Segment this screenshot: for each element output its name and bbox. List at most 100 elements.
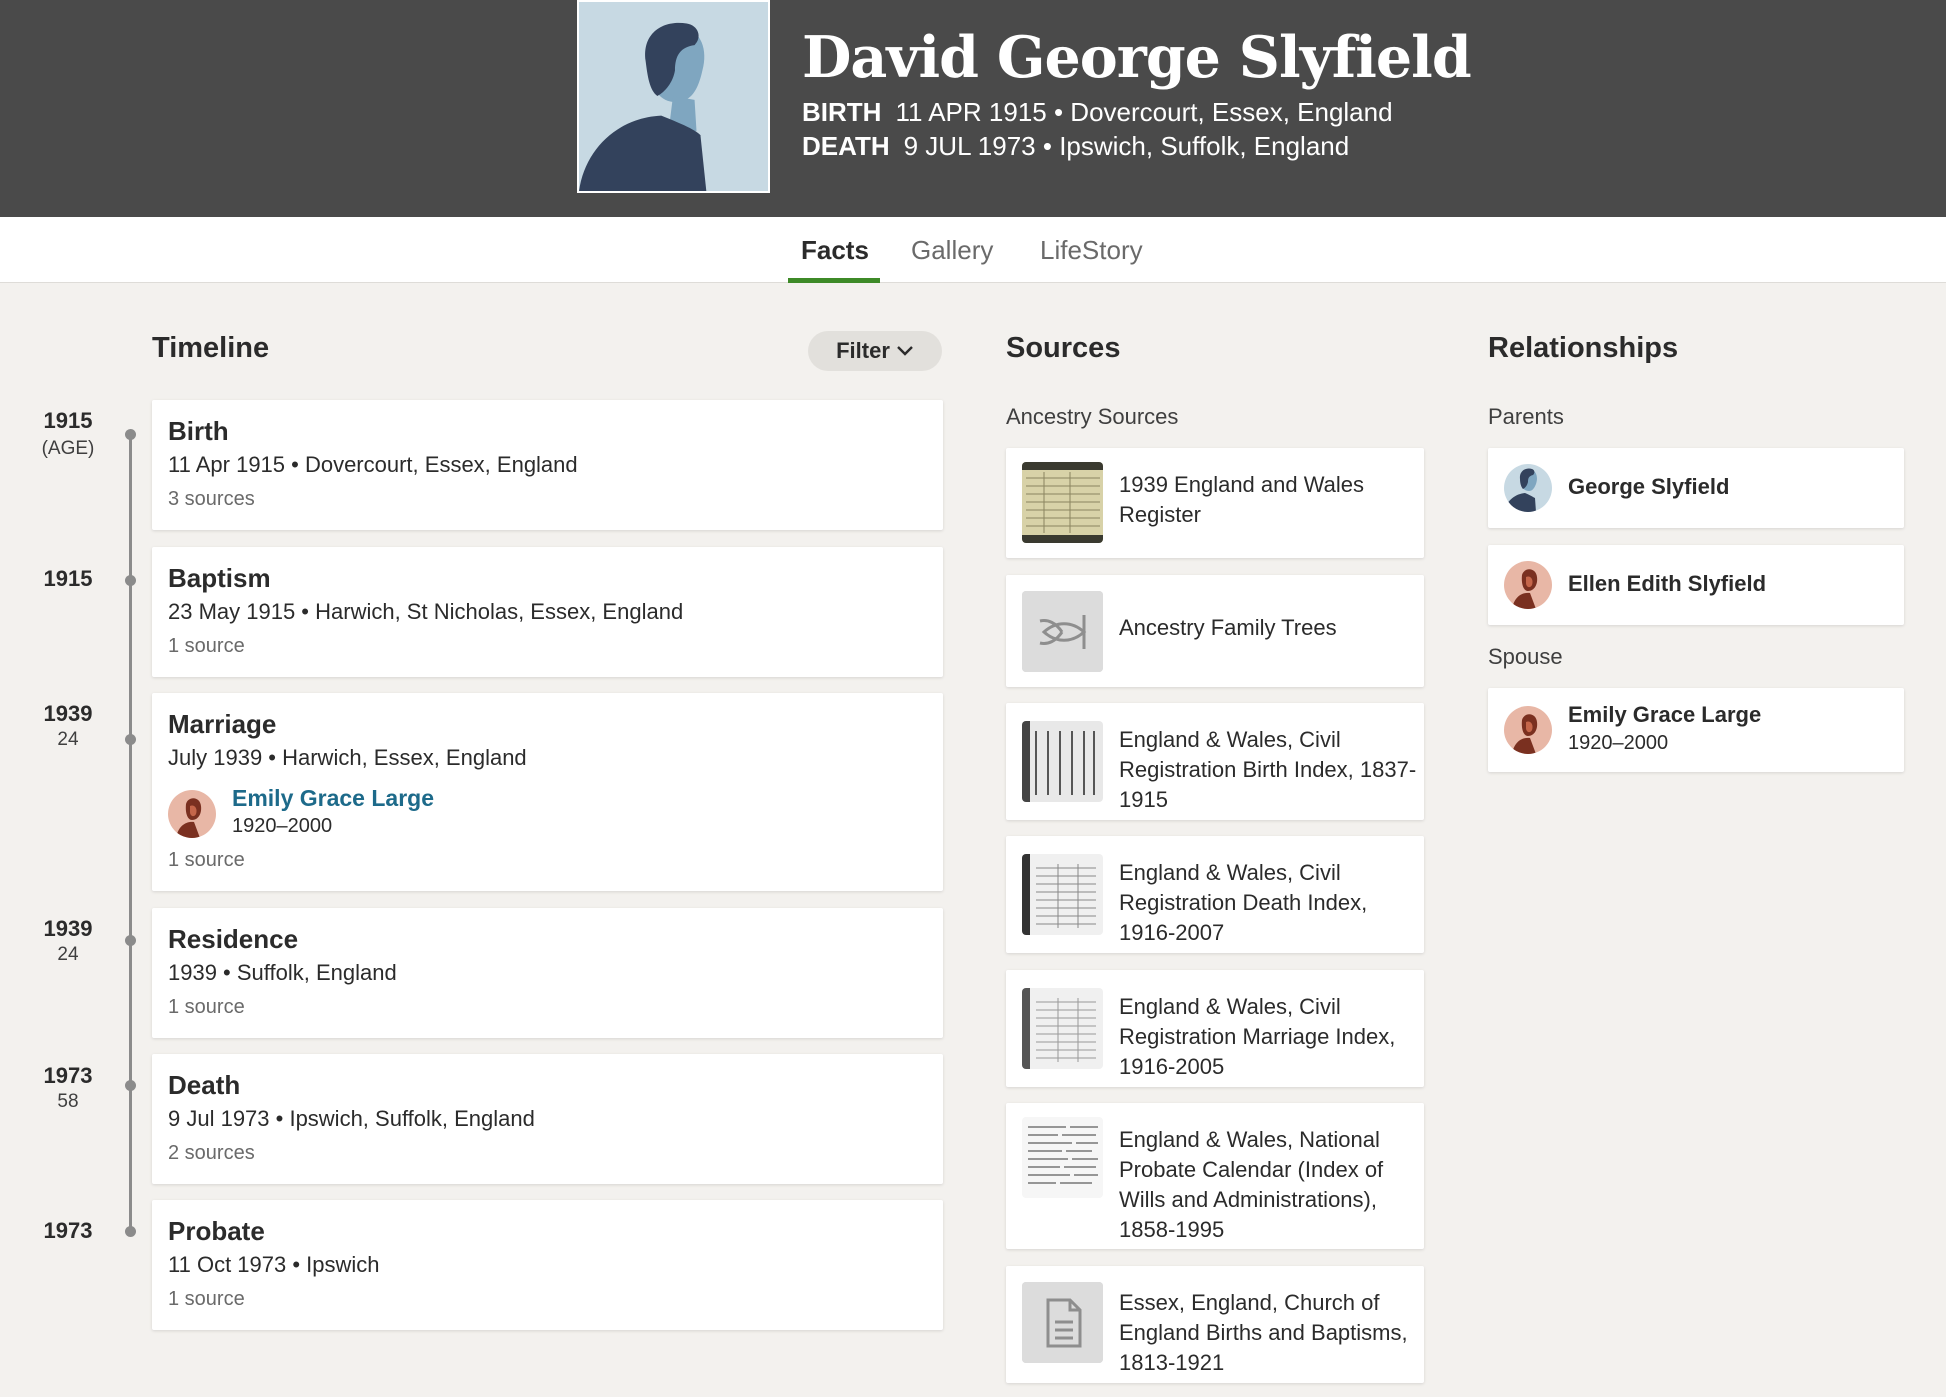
chevron-down-icon [897, 346, 913, 356]
source-title: England & Wales, Civil Registration Marr… [1119, 994, 1396, 1079]
event-year: 1973 [43, 1063, 93, 1088]
relationship-card-mother[interactable]: Ellen Edith Slyfield [1488, 545, 1904, 625]
male-silhouette-icon [1504, 464, 1552, 512]
document-icon [1022, 1282, 1103, 1363]
death-label: DEATH [802, 131, 890, 161]
timeline-dot [125, 1226, 136, 1237]
female-silhouette-icon [1504, 706, 1552, 754]
spouse-name-link[interactable]: Emily Grace Large [232, 785, 434, 812]
death-value: 9 JUL 1973 • Ipswich, Suffolk, England [903, 131, 1350, 161]
source-title: Essex, England, Church of England Births… [1119, 1290, 1408, 1375]
source-card[interactable]: England & Wales, Civil Registration Marr… [1006, 970, 1424, 1087]
tab-lifestory[interactable]: LifeStory [1040, 235, 1143, 266]
male-silhouette-icon [579, 2, 768, 191]
register-image-icon [1022, 462, 1103, 543]
female-silhouette-icon [168, 790, 216, 838]
index-image-icon [1022, 721, 1103, 802]
relationship-years: 1920–2000 [1568, 732, 1669, 754]
index-thumbnail [1022, 988, 1103, 1069]
filter-button[interactable]: Filter [808, 331, 942, 371]
event-sources-link[interactable]: 1 source [168, 1288, 245, 1311]
event-detail: 9 Jul 1973 • Ipswich, Suffolk, England [168, 1106, 535, 1131]
event-detail: 1939 • Suffolk, England [168, 960, 397, 985]
timeline-dot [125, 575, 136, 586]
parents-subheading: Parents [1488, 404, 1564, 429]
church-records-thumbnail [1022, 1282, 1103, 1363]
event-card-death[interactable]: Death 9 Jul 1973 • Ipswich, Suffolk, Eng… [152, 1054, 943, 1184]
tab-facts[interactable]: Facts [801, 235, 869, 266]
relationship-card-spouse[interactable]: Emily Grace Large 1920–2000 [1488, 688, 1904, 772]
event-age: (AGE) [41, 438, 95, 459]
relationship-name: Emily Grace Large [1568, 702, 1762, 727]
source-card[interactable]: 1939 England and Wales Register [1006, 448, 1424, 558]
source-card[interactable]: Essex, England, Church of England Births… [1006, 1266, 1424, 1383]
leaf-icon [1022, 591, 1103, 672]
index-image-icon [1022, 988, 1103, 1069]
event-card-birth[interactable]: Birth 11 Apr 1915 • Dovercourt, Essex, E… [152, 400, 943, 530]
ancestry-sources-subheading: Ancestry Sources [1006, 404, 1179, 429]
timeline-dot [125, 935, 136, 946]
source-card[interactable]: England & Wales, Civil Registration Birt… [1006, 703, 1424, 820]
event-year: 1939 [43, 701, 93, 726]
event-title: Marriage [168, 709, 277, 739]
timeline-rail [129, 432, 132, 1232]
source-card[interactable]: England & Wales, National Probate Calend… [1006, 1103, 1424, 1249]
event-title: Residence [168, 924, 299, 954]
birth-value: 11 APR 1915 • Dovercourt, Essex, England [895, 97, 1393, 127]
event-title: Death [168, 1070, 241, 1100]
index-thumbnail [1022, 854, 1103, 935]
female-silhouette-icon [1504, 561, 1552, 609]
event-detail: 11 Apr 1915 • Dovercourt, Essex, England [168, 452, 578, 477]
tab-gallery[interactable]: Gallery [911, 235, 993, 266]
index-thumbnail [1022, 721, 1103, 802]
sources-heading: Sources [1006, 332, 1121, 364]
event-title: Probate [168, 1216, 265, 1246]
timeline-dot [125, 734, 136, 745]
event-year: 1973 [43, 1218, 93, 1243]
birth-label: BIRTH [802, 97, 882, 127]
index-image-icon [1022, 854, 1103, 935]
event-card-marriage[interactable]: Marriage July 1939 • Harwich, Essex, Eng… [152, 693, 943, 891]
source-title: England & Wales, National Probate Calend… [1119, 1127, 1384, 1242]
family-tree-thumbnail [1022, 591, 1103, 672]
event-card-baptism[interactable]: Baptism 23 May 1915 • Harwich, St Nichol… [152, 547, 943, 677]
event-sources-link[interactable]: 1 source [168, 849, 245, 872]
source-title: Ancestry Family Trees [1119, 615, 1337, 640]
event-detail: 11 Oct 1973 • Ipswich [168, 1252, 380, 1277]
relationships-heading: Relationships [1488, 332, 1679, 364]
relationship-name: Ellen Edith Slyfield [1568, 571, 1767, 596]
source-card[interactable]: England & Wales, Civil Registration Deat… [1006, 836, 1424, 953]
relationship-card-father[interactable]: George Slyfield [1488, 448, 1904, 528]
event-card-probate[interactable]: Probate 11 Oct 1973 • Ipswich 1 source [152, 1200, 943, 1330]
timeline-dot [125, 1080, 136, 1091]
spouse-avatar[interactable] [168, 790, 216, 838]
event-age: 24 [57, 944, 79, 965]
event-sources-link[interactable]: 1 source [168, 996, 245, 1019]
filter-label: Filter [836, 338, 890, 363]
profile-header: David George Slyfield BIRTH 11 APR 1915 •… [0, 0, 1946, 217]
probate-thumbnail [1022, 1117, 1103, 1198]
spouse-subheading: Spouse [1488, 644, 1563, 669]
timeline-heading: Timeline [152, 332, 270, 364]
profile-portrait-avatar[interactable] [577, 0, 770, 193]
event-sources-link[interactable]: 3 sources [168, 488, 255, 511]
event-title: Birth [168, 416, 229, 446]
source-title: England & Wales, Civil Registration Birt… [1119, 727, 1417, 812]
event-sources-link[interactable]: 1 source [168, 635, 245, 658]
event-sources-link[interactable]: 2 sources [168, 1142, 255, 1165]
father-avatar [1504, 464, 1552, 512]
event-year: 1915 [43, 566, 93, 591]
event-card-residence[interactable]: Residence 1939 • Suffolk, England 1 sour… [152, 908, 943, 1038]
source-title: England & Wales, Civil Registration Deat… [1119, 860, 1368, 945]
relationship-name: George Slyfield [1568, 474, 1730, 499]
document-image-icon [1022, 1117, 1103, 1198]
birth-summary: BIRTH 11 APR 1915 • Dovercourt, Essex, En… [802, 97, 1393, 128]
person-name: David George Slyfield [802, 24, 1472, 91]
event-detail: 23 May 1915 • Harwich, St Nicholas, Esse… [168, 599, 684, 624]
register-thumbnail [1022, 462, 1103, 543]
profile-tabs: Facts Gallery LifeStory [0, 217, 1946, 283]
event-detail: July 1939 • Harwich, Essex, England [168, 745, 527, 770]
event-title: Baptism [168, 563, 271, 593]
source-card[interactable]: Ancestry Family Trees [1006, 575, 1424, 687]
mother-avatar [1504, 561, 1552, 609]
